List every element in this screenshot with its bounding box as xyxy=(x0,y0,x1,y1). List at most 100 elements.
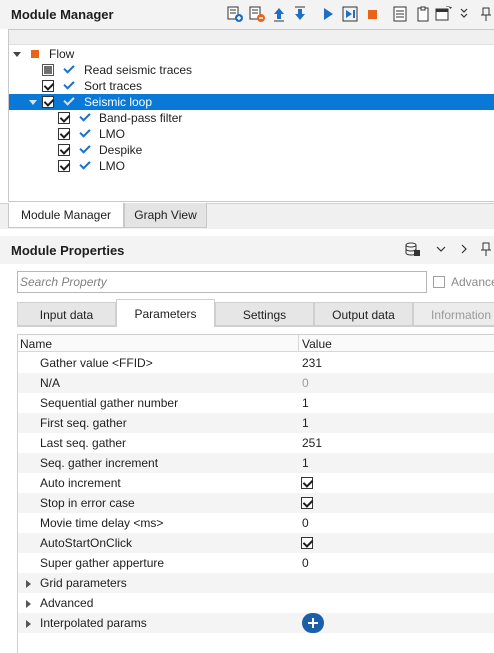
expand-arrow-icon[interactable] xyxy=(26,580,31,588)
enable-checkbox[interactable] xyxy=(42,64,54,76)
param-name: Gather value <FFID> xyxy=(40,356,153,370)
param-row-interpolated-params[interactable]: Interpolated params xyxy=(18,613,494,633)
param-value[interactable]: 1 xyxy=(302,453,309,473)
tree-item-lmo-2[interactable]: LMO xyxy=(9,158,494,174)
tree-item-label: Flow xyxy=(49,47,75,61)
add-icon[interactable] xyxy=(302,613,324,633)
check-icon xyxy=(79,111,89,123)
param-value[interactable]: 231 xyxy=(302,353,322,373)
param-row-movie-time-delay[interactable]: Movie time delay <ms> 0 xyxy=(18,513,494,533)
tree-item-flow[interactable]: Flow xyxy=(9,46,494,62)
param-name: Last seq. gather xyxy=(40,436,127,450)
param-name: Auto increment xyxy=(40,476,121,490)
search-placeholder: Search Property xyxy=(20,275,107,289)
param-row-stop-in-error-case[interactable]: Stop in error case xyxy=(18,493,494,513)
enable-checkbox[interactable] xyxy=(58,144,70,156)
clipboard-icon[interactable] xyxy=(414,5,432,23)
remove-module-icon[interactable] xyxy=(248,5,266,23)
expand-arrow-icon[interactable] xyxy=(29,98,37,106)
param-name: Sequential gather number xyxy=(40,396,179,410)
tree-item-read-seismic-traces[interactable]: Read seismic traces xyxy=(9,62,494,78)
tree-item-despike[interactable]: Despike xyxy=(9,142,494,158)
param-checkbox[interactable] xyxy=(301,537,313,549)
database-icon[interactable] xyxy=(403,240,421,258)
tab-settings[interactable]: Settings xyxy=(215,302,314,326)
more-icon[interactable] xyxy=(455,5,473,23)
tree-item-sort-traces[interactable]: Sort traces xyxy=(9,78,494,94)
tree-item-label: Band-pass filter xyxy=(99,111,183,125)
expand-arrow-icon[interactable] xyxy=(13,50,21,58)
enable-checkbox[interactable] xyxy=(42,96,54,108)
param-row-super-gather-apperture[interactable]: Super gather apperture 0 xyxy=(18,553,494,573)
move-down-icon[interactable] xyxy=(291,5,309,23)
log-icon[interactable] xyxy=(391,5,409,23)
column-header-value[interactable]: Value xyxy=(302,337,332,351)
param-row-seq-gather-increment[interactable]: Seq. gather increment 1 xyxy=(18,453,494,473)
enable-checkbox[interactable] xyxy=(58,160,70,172)
tree-item-label: Seismic loop xyxy=(84,95,153,109)
tree-item-seismic-loop[interactable]: Seismic loop xyxy=(9,94,494,110)
param-value: 0 xyxy=(302,376,309,390)
param-row-na[interactable]: N/A 0 xyxy=(18,373,494,393)
param-value[interactable]: 0 xyxy=(302,553,309,573)
param-name: N/A xyxy=(40,376,61,390)
param-group-name: Advanced xyxy=(40,596,94,610)
param-value[interactable]: 0 xyxy=(302,513,309,533)
add-module-icon[interactable] xyxy=(226,5,244,23)
tree-item-label: Read seismic traces xyxy=(84,63,193,77)
stop-icon[interactable] xyxy=(363,5,381,23)
advanced-checkbox[interactable] xyxy=(433,276,445,288)
tab-input-data[interactable]: Input data xyxy=(17,302,116,326)
param-row-autostartonclick[interactable]: AutoStartOnClick xyxy=(18,533,494,553)
tab-parameters[interactable]: Parameters xyxy=(116,299,215,327)
param-name: Stop in error case xyxy=(40,496,135,510)
param-group-name: Grid parameters xyxy=(40,576,127,590)
flow-icon xyxy=(31,50,39,58)
check-icon xyxy=(63,79,73,91)
param-value[interactable]: 1 xyxy=(302,393,309,413)
param-row-sequential-gather-number[interactable]: Sequential gather number 1 xyxy=(18,393,494,413)
column-header-name[interactable]: Name xyxy=(20,337,52,351)
param-checkbox[interactable] xyxy=(301,477,313,489)
move-up-icon[interactable] xyxy=(270,5,288,23)
expand-arrow-icon[interactable] xyxy=(26,600,31,608)
param-row-auto-increment[interactable]: Auto increment xyxy=(18,473,494,493)
param-group-grid-parameters[interactable]: Grid parameters xyxy=(18,573,494,593)
chevron-down-icon[interactable] xyxy=(432,240,450,258)
tab-output-data[interactable]: Output data xyxy=(314,302,413,326)
enable-checkbox[interactable] xyxy=(58,128,70,140)
tree-item-band-pass-filter[interactable]: Band-pass filter xyxy=(9,110,494,126)
param-checkbox[interactable] xyxy=(301,497,313,509)
advanced-label: Advanced xyxy=(451,275,494,289)
tab-graph-view[interactable]: Graph View xyxy=(124,203,207,228)
module-properties-title: Module Properties xyxy=(11,243,125,258)
tab-information[interactable]: Information xyxy=(413,302,494,326)
pin-icon[interactable] xyxy=(477,5,494,23)
tree-item-label: LMO xyxy=(99,127,126,141)
param-value[interactable]: 1 xyxy=(302,413,309,433)
window-menu-icon[interactable] xyxy=(435,5,453,23)
param-row-gather-value[interactable]: Gather value <FFID> 231 xyxy=(18,353,494,373)
expand-arrow-icon[interactable] xyxy=(26,620,31,628)
tree-item-label: Sort traces xyxy=(84,79,143,93)
module-manager-title: Module Manager xyxy=(11,7,114,22)
param-row-last-seq-gather[interactable]: Last seq. gather 251 xyxy=(18,433,494,453)
pin-icon[interactable] xyxy=(477,240,494,258)
tree-item-lmo[interactable]: LMO xyxy=(9,126,494,142)
flow-tree-header-strip xyxy=(9,30,494,45)
param-name: First seq. gather xyxy=(40,416,127,430)
check-icon xyxy=(63,63,73,75)
param-name: AutoStartOnClick xyxy=(40,536,133,550)
param-name: Super gather apperture xyxy=(40,556,165,570)
enable-checkbox[interactable] xyxy=(58,112,70,124)
enable-checkbox[interactable] xyxy=(42,80,54,92)
run-icon[interactable] xyxy=(319,5,337,23)
param-group-advanced[interactable]: Advanced xyxy=(18,593,494,613)
chevron-right-icon[interactable] xyxy=(455,240,473,258)
tab-module-manager[interactable]: Module Manager xyxy=(8,203,124,228)
param-value[interactable]: 251 xyxy=(302,433,322,453)
check-icon xyxy=(63,95,73,107)
step-run-icon[interactable] xyxy=(341,5,359,23)
param-row-first-seq-gather[interactable]: First seq. gather 1 xyxy=(18,413,494,433)
column-separator[interactable] xyxy=(298,335,299,352)
